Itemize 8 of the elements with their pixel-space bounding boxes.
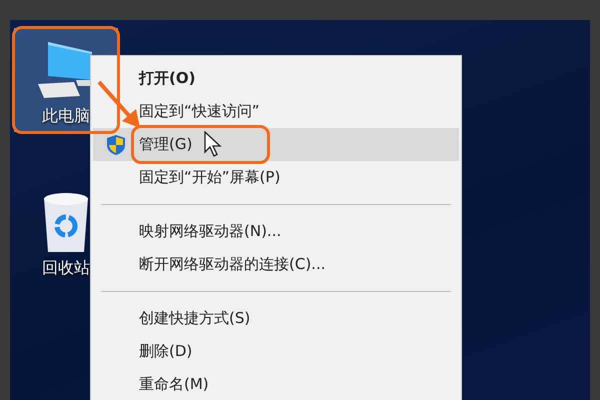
menu-item[interactable]: 管理(G) [93,128,459,161]
cursor-icon [204,131,222,158]
icon-label: 回收站 [42,258,90,277]
menu-item[interactable]: 创建快捷方式(S) [93,302,459,335]
menu-item[interactable]: 删除(D) [93,335,459,368]
menu-item[interactable]: 重命名(M) [93,368,459,400]
annotation-arrow [98,80,140,128]
icon-label: 此电脑 [42,106,90,125]
